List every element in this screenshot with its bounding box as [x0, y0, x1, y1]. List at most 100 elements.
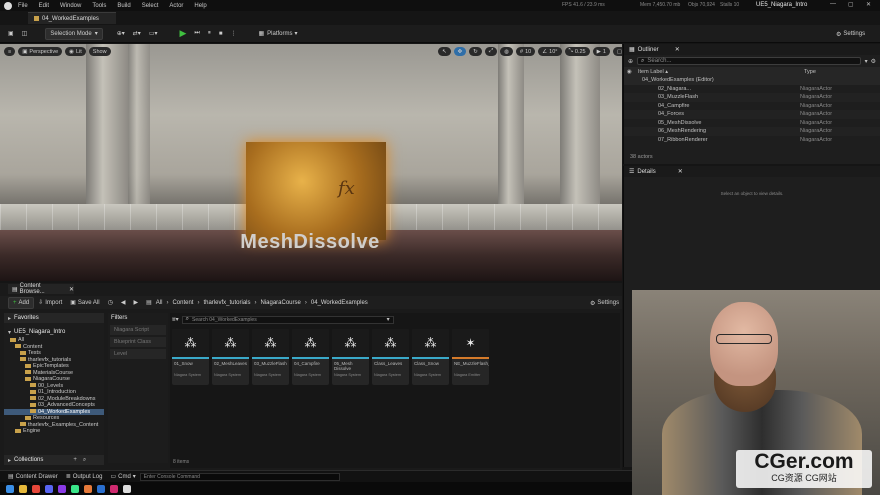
menu-item-tools[interactable]: Tools: [92, 3, 106, 9]
outliner-root-row[interactable]: 04_WorkedExamples (Editor): [624, 76, 880, 85]
outliner-row[interactable]: 02_Niagara... NiagaraActor: [624, 85, 880, 94]
filter-icon[interactable]: ⩸▾: [172, 316, 179, 324]
outliner-row[interactable]: 07_RibbonRenderer NiagaraActor: [624, 136, 880, 145]
menu-item-window[interactable]: Window: [60, 3, 81, 9]
search-icon[interactable]: ⌕: [83, 457, 86, 464]
world-icon[interactable]: ◍: [500, 47, 514, 56]
store-icon[interactable]: [97, 484, 105, 493]
output-log-button[interactable]: ≣ Output Log: [62, 471, 107, 483]
content-drawer-button[interactable]: ▤ Content Drawer: [4, 471, 62, 483]
asset-tile[interactable]: ✶ NE_MuzzleFlash_Emitter Niagara Emitter: [452, 329, 489, 385]
breadcrumb-item[interactable]: Content: [172, 300, 193, 306]
add-button[interactable]: + Add: [8, 296, 35, 309]
windows-start-icon[interactable]: [6, 484, 14, 493]
unreal-taskbar-icon[interactable]: [123, 484, 131, 493]
cmd-dropdown[interactable]: ▭ Cmd ▾: [106, 471, 139, 483]
minimize-icon[interactable]: —: [830, 1, 836, 7]
favorites-header[interactable]: ▸ Favorites: [4, 313, 104, 323]
viewport-menu-button[interactable]: ≡: [4, 47, 16, 56]
content-browser-tab[interactable]: ▤ Content Browse... ✕: [8, 283, 74, 295]
project-header[interactable]: ▾ UE5_Niagara_Intro: [4, 327, 104, 337]
outliner-row[interactable]: 05_MeshDissolve NiagaraActor: [624, 119, 880, 128]
item-label-column[interactable]: Item Label ▴: [634, 69, 800, 75]
menu-item-edit[interactable]: Edit: [39, 3, 49, 9]
translate-tool-icon[interactable]: ✥: [453, 47, 467, 56]
back-icon[interactable]: ◀: [117, 297, 130, 309]
select-tool-icon[interactable]: ↖: [438, 47, 451, 56]
step-icon[interactable]: ⏭: [190, 28, 203, 40]
type-header[interactable]: Type: [800, 69, 816, 75]
plus-icon[interactable]: +: [73, 457, 77, 463]
filter-item[interactable]: Niagara Script: [110, 325, 166, 335]
play-options-icon[interactable]: ⋮: [226, 28, 240, 40]
level-viewport[interactable]: fx MeshDissolve ≡ ▣ Perspective ◉ Lit Sh…: [0, 44, 622, 281]
collections-header[interactable]: ▸ Collections + ⌕: [4, 455, 104, 465]
asset-tile[interactable]: ⁂ Class_Snow Niagara System: [412, 329, 449, 385]
menu-item-help[interactable]: Help: [194, 3, 206, 9]
unreal-logo-icon[interactable]: [4, 1, 12, 10]
save-icon[interactable]: ▣: [4, 28, 18, 40]
breadcrumb-item[interactable]: All: [156, 300, 163, 306]
perspective-button[interactable]: ▣ Perspective: [18, 47, 63, 56]
add-filter-icon[interactable]: ⊕: [628, 58, 633, 65]
cinematics-icon[interactable]: ▭▾: [145, 28, 162, 40]
asset-search-input[interactable]: ⌕ Search 04_WorkedExamples ▾: [181, 315, 394, 324]
menu-item-select[interactable]: Select: [142, 3, 159, 9]
stop-icon[interactable]: ■: [215, 28, 227, 40]
outliner-search-input[interactable]: ⌕ Search...: [637, 57, 861, 65]
import-button[interactable]: ⇩ Import: [34, 297, 66, 309]
breadcrumb-item[interactable]: tharlevfx_tutorials: [203, 300, 250, 306]
save-all-button[interactable]: ▣ Save All: [66, 297, 103, 309]
history-icon[interactable]: ◷: [104, 297, 117, 309]
forward-icon[interactable]: ▶: [129, 297, 142, 309]
close-icon[interactable]: ✕: [675, 46, 680, 53]
filter-icon[interactable]: ▾: [865, 58, 868, 65]
menu-item-actor[interactable]: Actor: [169, 3, 183, 9]
details-tab[interactable]: ☰ Details ✕: [624, 166, 880, 177]
rotation-snap-button[interactable]: ∠ 10°: [538, 47, 562, 56]
asset-tile[interactable]: ⁂ 01_Snow Niagara System: [172, 329, 209, 385]
gear-icon[interactable]: ⚙: [871, 58, 876, 65]
outliner-row[interactable]: 04_Forces NiagaraActor: [624, 110, 880, 119]
app-icon[interactable]: [58, 484, 66, 493]
scale-snap-button[interactable]: ⤡ 0.25: [564, 47, 590, 56]
console-input[interactable]: Enter Console Command: [139, 472, 340, 481]
close-icon[interactable]: ✕: [678, 168, 683, 175]
blueprint-icon[interactable]: ⇄▾: [129, 28, 145, 40]
tool-icon[interactable]: [110, 484, 118, 493]
asset-tile[interactable]: ⁂ 02_MeshLeaves Niagara System: [212, 329, 249, 385]
platforms-button[interactable]: ▦ Platforms ▾: [254, 28, 301, 40]
breadcrumb-item[interactable]: NiagaraCourse: [261, 300, 301, 306]
filter-item[interactable]: Blueprint Class: [110, 337, 166, 347]
outliner-row[interactable]: 06_MeshRendering NiagaraActor: [624, 127, 880, 136]
asset-tile[interactable]: ⁂ 04_Campfire Niagara System: [292, 329, 329, 385]
level-tab[interactable]: 04_WorkedExamples: [28, 12, 116, 24]
browser-alt-icon[interactable]: [84, 484, 92, 493]
discord-icon[interactable]: [45, 484, 53, 493]
breadcrumb-item[interactable]: 04_WorkedExamples: [311, 300, 368, 306]
cb-settings-button[interactable]: ⚙ Settings: [586, 297, 623, 309]
close-icon[interactable]: ✕: [866, 1, 871, 8]
maximize-icon[interactable]: ▢: [848, 1, 854, 8]
menu-item-file[interactable]: File: [18, 3, 28, 9]
menu-item-build[interactable]: Build: [117, 3, 130, 9]
burning-mesh[interactable]: fx: [246, 142, 386, 240]
pause-icon[interactable]: ⏸: [204, 28, 215, 40]
camera-speed-button[interactable]: ▶ 1: [592, 47, 610, 56]
settings-button[interactable]: ⚙ Settings: [832, 28, 869, 40]
grid-snap-button[interactable]: #10: [516, 47, 536, 56]
filter-item[interactable]: Level: [110, 349, 166, 359]
media-icon[interactable]: [71, 484, 79, 493]
explorer-icon[interactable]: [19, 484, 27, 493]
selection-mode-dropdown[interactable]: Selection Mode ▾: [45, 27, 103, 40]
modes-icon[interactable]: ◫: [18, 28, 32, 40]
asset-tile[interactable]: ⁂ 05_Mesh Dissolve Niagara System: [332, 329, 369, 385]
asset-tile[interactable]: ⁂ Class_Leaves Niagara System: [372, 329, 409, 385]
play-icon[interactable]: ▶: [176, 28, 191, 40]
outliner-row[interactable]: 03_MuzzleFlash NiagaraActor: [624, 93, 880, 102]
scale-tool-icon[interactable]: ⤢: [484, 47, 498, 56]
browser-icon[interactable]: [32, 484, 40, 493]
asset-tile[interactable]: ⁂ 03_MuzzleFlash Niagara System: [252, 329, 289, 385]
folder-tree-item[interactable]: Engine: [4, 428, 104, 435]
outliner-tab[interactable]: ▦ Outliner ✕: [624, 44, 880, 55]
